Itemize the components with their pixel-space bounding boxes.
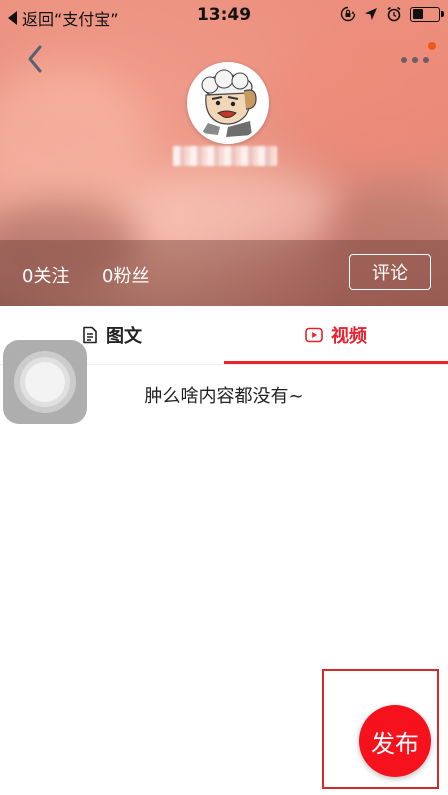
active-tab-indicator bbox=[224, 361, 448, 364]
tab-articles-label: 图文 bbox=[106, 326, 142, 347]
avatar[interactable] bbox=[187, 62, 269, 144]
document-icon bbox=[83, 326, 97, 344]
alarm-icon bbox=[387, 6, 401, 22]
orientation-lock-icon bbox=[340, 6, 356, 22]
status-bar: 返回“支付宝” 13:49 bbox=[0, 0, 448, 32]
stats-bar: 0关注 0粉丝 评论 bbox=[0, 240, 448, 306]
notification-dot bbox=[428, 42, 436, 50]
status-icons bbox=[340, 6, 444, 22]
publish-button[interactable]: 发布 bbox=[359, 705, 431, 777]
cartoon-avatar bbox=[190, 65, 266, 141]
followers-count[interactable]: 0粉丝 bbox=[102, 262, 149, 288]
comment-button[interactable]: 评论 bbox=[349, 254, 431, 290]
following-count[interactable]: 0关注 bbox=[22, 262, 69, 288]
assistive-touch-button[interactable] bbox=[3, 340, 87, 424]
tab-videos[interactable]: 视频 bbox=[224, 306, 448, 364]
video-play-icon bbox=[305, 327, 323, 343]
more-dots-icon bbox=[401, 57, 407, 63]
back-button[interactable] bbox=[22, 42, 50, 76]
battery-icon bbox=[410, 6, 444, 22]
location-arrow-icon bbox=[365, 8, 377, 20]
chevron-left-icon bbox=[28, 45, 42, 73]
username-obscured bbox=[173, 146, 277, 166]
profile-header-background: 返回“支付宝” 13:49 0关注 0粉丝 评论 bbox=[0, 0, 448, 306]
more-options-button[interactable] bbox=[398, 48, 432, 70]
more-dot bbox=[412, 57, 418, 63]
tab-videos-label: 视频 bbox=[331, 326, 367, 347]
more-dot bbox=[423, 57, 429, 63]
